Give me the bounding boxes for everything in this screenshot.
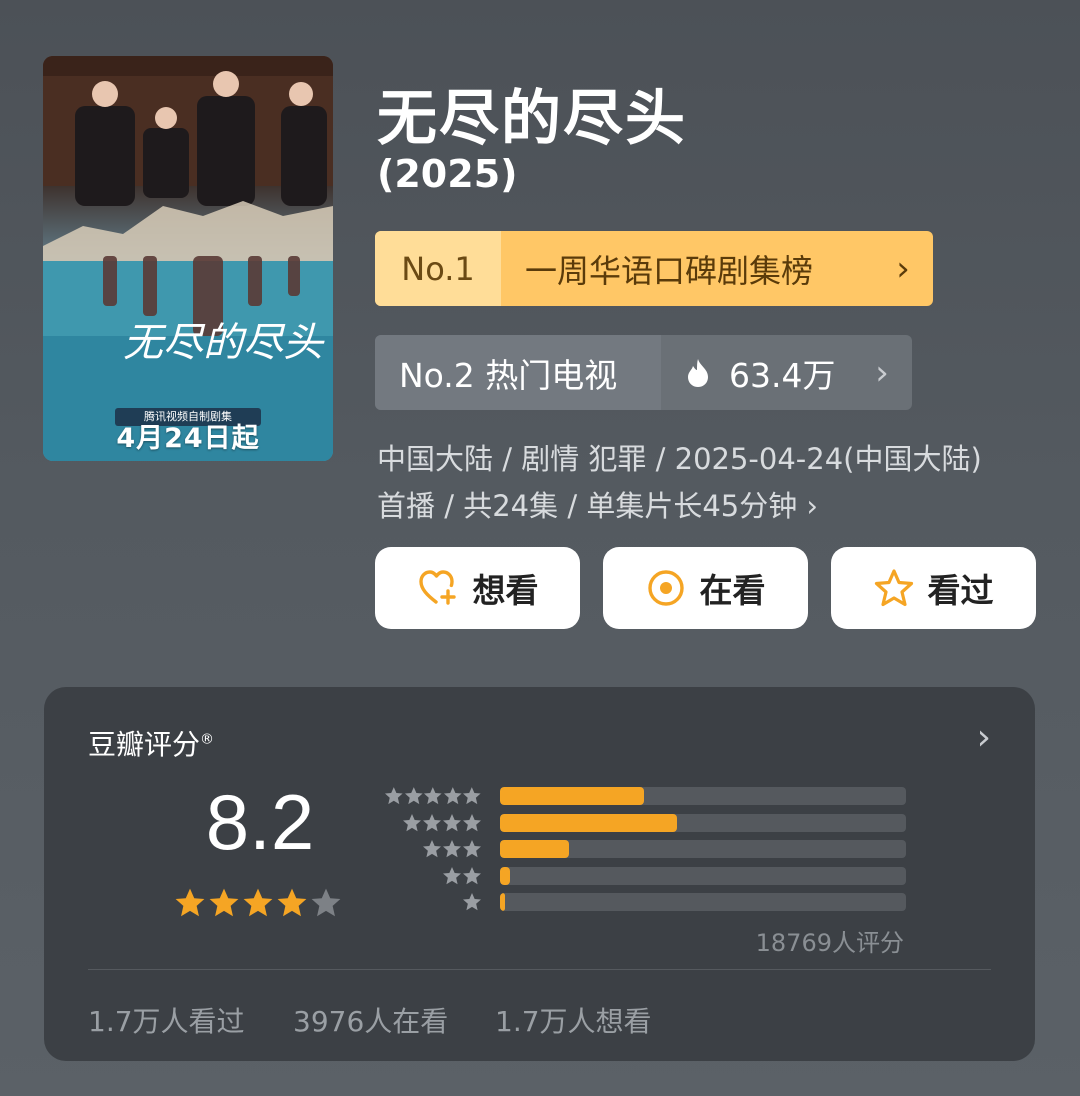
star-filled-icon (243, 888, 273, 917)
rating-count: 18769人评分 (755, 929, 904, 957)
distribution-stars (384, 892, 482, 912)
distribution-stars (384, 813, 482, 833)
flame-icon (688, 358, 708, 387)
chevron-right-icon: › (896, 248, 910, 289)
star-small-icon (443, 787, 462, 805)
distribution-bar-fill (500, 866, 511, 885)
star-small-icon (424, 787, 442, 805)
rating-score: 8.2 (205, 778, 315, 866)
distribution-bar (500, 893, 906, 911)
poster-image[interactable]: 无尽的尽头 腾讯视频自制剧集 4月24日起 (43, 56, 333, 461)
star-small-icon (423, 813, 441, 831)
star-filled-icon (277, 888, 307, 917)
rating-distribution-row-1 (384, 893, 906, 911)
watched-label: 看过 (927, 571, 994, 610)
star-filled-icon (209, 888, 239, 917)
star-small-icon (463, 813, 481, 831)
star-small-icon (443, 866, 461, 884)
target-icon (647, 570, 684, 606)
distribution-bar-fill (500, 813, 677, 832)
star-small-icon (463, 840, 481, 858)
rank-number: No.2 热门电视 (375, 335, 661, 410)
distribution-bar (500, 787, 906, 805)
rating-title: 豆瓣评分® (88, 723, 214, 763)
rating-distribution-row-4 (384, 813, 906, 833)
star-empty-icon (311, 888, 341, 917)
want-to-watch-button[interactable]: 想看 (375, 547, 580, 629)
watching-button[interactable]: 在看 (603, 547, 808, 629)
rating-stars (174, 887, 342, 919)
star-small-icon (463, 787, 482, 805)
star-outline-icon (874, 569, 913, 607)
star-small-icon (443, 813, 461, 831)
want-count: 1.7万人想看 (495, 1005, 652, 1038)
star-small-icon (404, 787, 423, 805)
star-small-icon (385, 787, 403, 805)
distribution-stars (384, 866, 482, 886)
poster-logo: 无尽的尽头 (123, 320, 325, 366)
poster-date: 4月24日起 (116, 423, 260, 454)
rank-popular-tv-button[interactable]: No.2 热门电视 63.4万 › (375, 335, 912, 410)
rank-label: 一周华语口碑剧集榜 (525, 251, 814, 290)
divider (88, 969, 991, 970)
distribution-bar (500, 866, 906, 885)
distribution-stars (384, 786, 482, 806)
registered-mark: ® (200, 731, 215, 748)
rating-distribution-row-5 (384, 787, 906, 805)
star-small-icon (463, 866, 481, 884)
star-small-icon (403, 813, 421, 831)
distribution-bar (500, 813, 906, 832)
page-title: 无尽的尽头 (377, 84, 687, 154)
rating-title-text: 豆瓣评分 (88, 728, 201, 761)
meta-info-line2[interactable]: 首播 / 共24集 / 单集片长45分钟 › (377, 483, 818, 525)
meta-info-line1: 中国大陆 / 剧情 犯罪 / 2025-04-24(中国大陆) (377, 442, 982, 476)
rank-number: No.1 (375, 231, 501, 306)
douban-rating-card[interactable]: 豆瓣评分® › 8.2 18769人评分 1.7万人看过 3976人在看 1.7… (44, 687, 1035, 1061)
heart-plus-icon (418, 570, 456, 605)
chevron-right-icon[interactable]: › (977, 717, 991, 758)
distribution-bar-fill (500, 787, 645, 805)
rating-distribution-row-2 (384, 866, 906, 886)
rating-distribution-row-3 (384, 840, 906, 858)
watching-label: 在看 (699, 571, 766, 610)
want-label: 想看 (472, 571, 539, 610)
chevron-right-icon: › (875, 352, 889, 393)
heat-value-text: 63.4万 (729, 355, 836, 395)
heat-value: 63.4万 (661, 335, 852, 410)
rank-chart-weekly-button[interactable]: No.1 一周华语口碑剧集榜 › (375, 231, 933, 306)
watching-count: 3976人在看 (293, 1005, 449, 1038)
distribution-bar (500, 840, 906, 858)
distribution-stars (384, 839, 482, 859)
distribution-bar-fill (500, 840, 570, 858)
watched-button[interactable]: 看过 (831, 547, 1036, 629)
star-filled-icon (175, 888, 205, 917)
star-small-icon (463, 893, 481, 911)
star-small-icon (423, 840, 441, 858)
release-year: (2025) (377, 152, 518, 196)
star-small-icon (443, 840, 461, 858)
distribution-bar-fill (500, 893, 505, 911)
watched-count: 1.7万人看过 (88, 1005, 245, 1038)
